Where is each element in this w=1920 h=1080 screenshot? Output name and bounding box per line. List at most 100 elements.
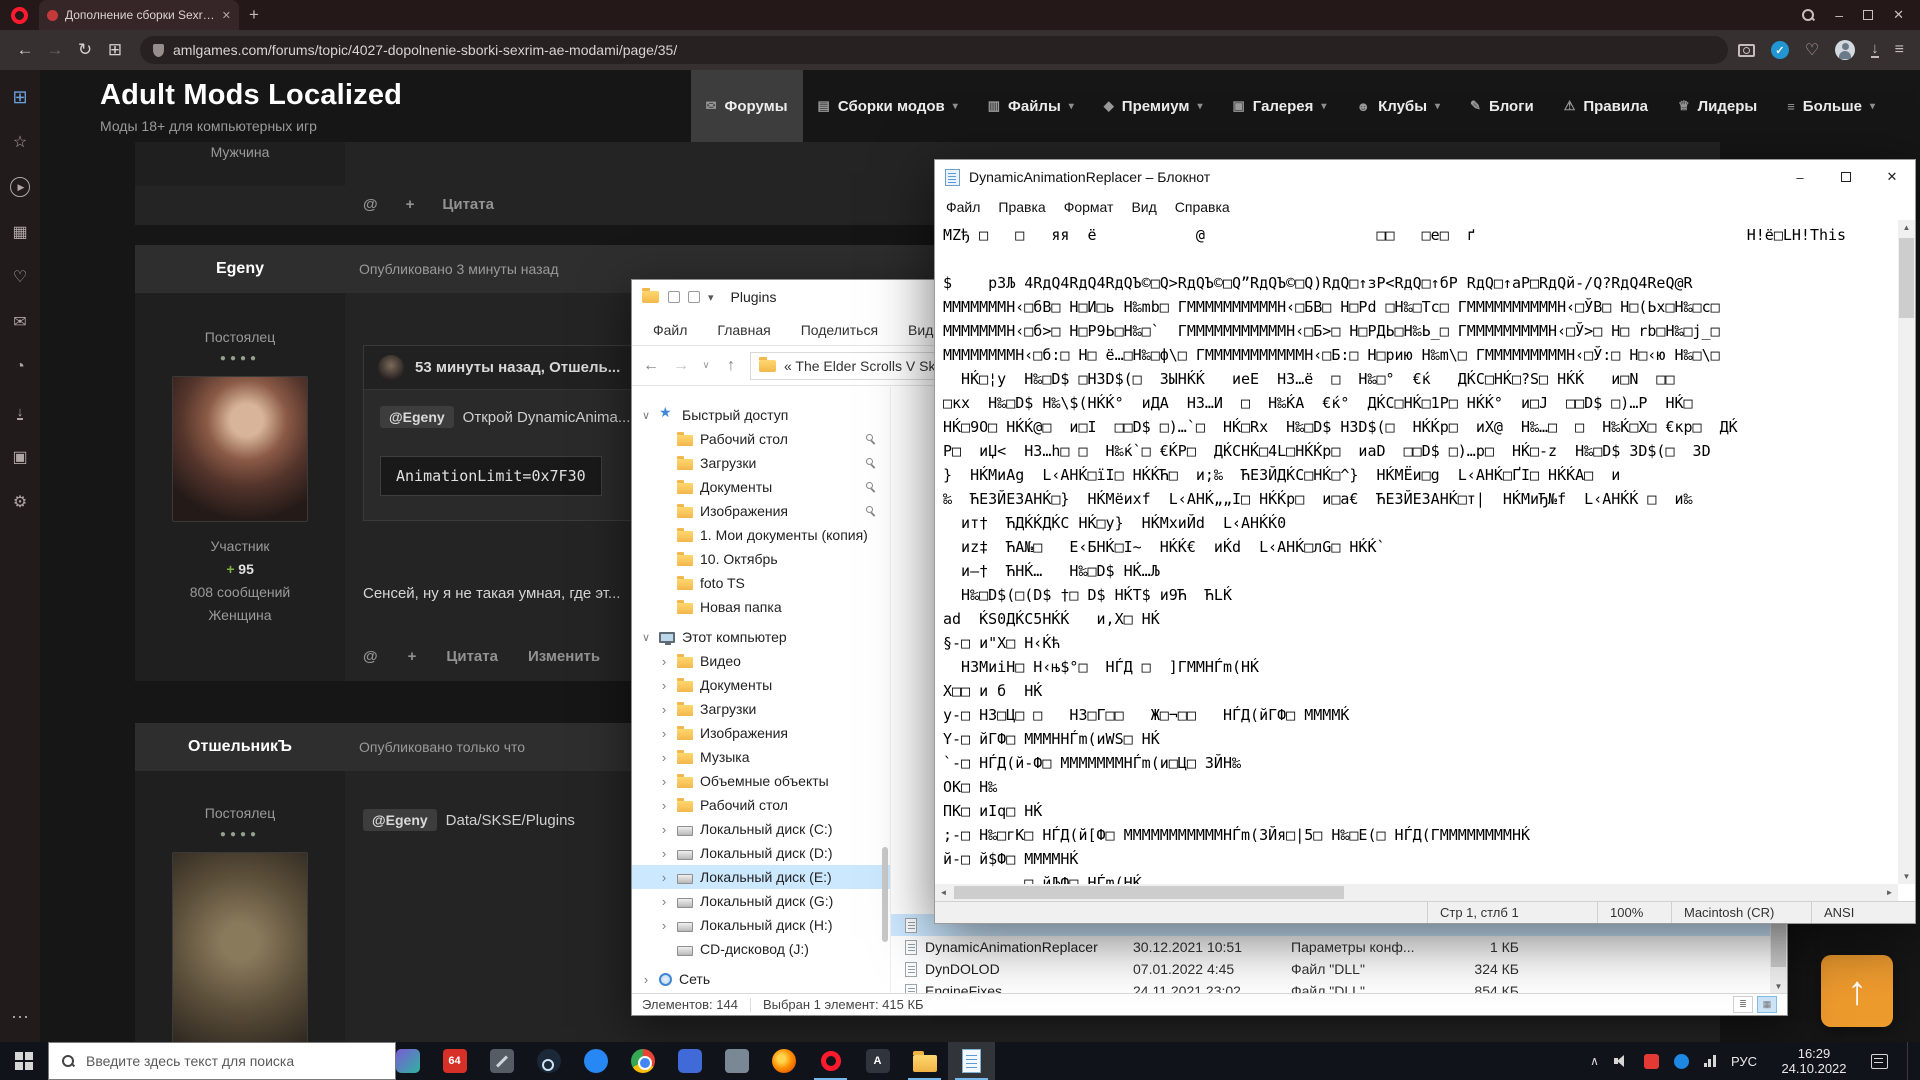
- post-action-button[interactable]: Цитата: [442, 196, 494, 213]
- tree-item[interactable]: Локальный диск (G:): [632, 889, 890, 913]
- chevron-icon[interactable]: [658, 846, 670, 861]
- back-button[interactable]: ←: [10, 35, 40, 65]
- scrollbar-thumb[interactable]: [1899, 238, 1914, 318]
- tree-item[interactable]: Локальный диск (H:): [632, 913, 890, 937]
- post-action-button[interactable]: +: [406, 196, 415, 213]
- reload-button[interactable]: ↻: [70, 35, 100, 65]
- tray-blue-app-icon[interactable]: [1674, 1054, 1689, 1069]
- tree-item[interactable]: Новая папка: [632, 595, 890, 619]
- chevron-icon[interactable]: [658, 822, 670, 837]
- post-action-button[interactable]: @: [363, 196, 378, 213]
- language-indicator[interactable]: РУС: [1731, 1054, 1757, 1069]
- sidebar-more-icon[interactable]: [7, 1004, 33, 1030]
- tree-item[interactable]: 10. Октябрь: [632, 547, 890, 571]
- profile-avatar-icon[interactable]: [1835, 40, 1855, 60]
- nav-blogs[interactable]: Блоги: [1455, 70, 1549, 142]
- taskbar-a-app-icon[interactable]: A: [854, 1042, 901, 1080]
- action-center-icon[interactable]: [1871, 1054, 1888, 1069]
- tree-item[interactable]: Объемные объекты: [632, 769, 890, 793]
- chevron-icon[interactable]: [658, 750, 670, 765]
- chevron-icon[interactable]: [658, 918, 670, 933]
- notepad-vertical-scrollbar[interactable]: ▲ ▼: [1898, 220, 1915, 884]
- sidebar-likes-icon[interactable]: [7, 264, 33, 290]
- tree-item[interactable]: Локальный диск (C:): [632, 817, 890, 841]
- file-row[interactable]: DynamicAnimationReplacer 30.12.2021 10:5…: [891, 936, 1770, 958]
- taskbar-game-icon[interactable]: [384, 1042, 431, 1080]
- chevron-icon[interactable]: [658, 798, 670, 813]
- nav-files[interactable]: Файлы: [973, 70, 1089, 142]
- author-avatar[interactable]: [172, 852, 308, 1042]
- quick-access-toolbar[interactable]: ▾: [668, 291, 714, 304]
- taskbar-search-box[interactable]: Введите здесь текст для поиска: [48, 1042, 396, 1080]
- nav-builds[interactable]: Сборки модов: [803, 70, 973, 142]
- tree-item[interactable]: Рабочий стол: [632, 427, 890, 451]
- post-action-button[interactable]: @: [363, 648, 378, 665]
- forward-button[interactable]: →: [40, 35, 70, 65]
- nav-gallery[interactable]: Галерея: [1217, 70, 1341, 142]
- sidebar-speed-dial-icon[interactable]: [7, 84, 33, 110]
- post-action-button[interactable]: +: [408, 648, 417, 665]
- tree-item[interactable]: foto TS: [632, 571, 890, 595]
- window-maximize-button[interactable]: [1863, 10, 1873, 20]
- hidden-icons-chevron[interactable]: ∧: [1590, 1054, 1599, 1068]
- tree-item[interactable]: Изображения: [632, 721, 890, 745]
- speaker-icon[interactable]: [1614, 1055, 1629, 1068]
- taskbar-explorer-icon[interactable]: [901, 1042, 948, 1080]
- tree-item[interactable]: Загрузки: [632, 697, 890, 721]
- nav-rules[interactable]: Правила: [1549, 70, 1663, 142]
- menu-item[interactable]: Файл: [937, 199, 989, 215]
- menu-item[interactable]: Справка: [1166, 199, 1239, 215]
- sidebar-player-icon[interactable]: [7, 174, 33, 200]
- notepad-minimize-button[interactable]: –: [1777, 160, 1823, 194]
- scroll-left-icon[interactable]: ◄: [935, 884, 952, 901]
- nav-forums[interactable]: Форумы: [691, 70, 803, 142]
- chevron-icon[interactable]: [640, 631, 652, 644]
- tree-item[interactable]: Документы: [632, 673, 890, 697]
- site-badge-icon[interactable]: [153, 44, 164, 57]
- window-minimize-button[interactable]: –: [1835, 7, 1843, 23]
- clock[interactable]: 16:29 24.10.2022: [1772, 1046, 1856, 1076]
- taskbar-notepad-icon[interactable]: [948, 1042, 995, 1080]
- chevron-icon[interactable]: [658, 702, 670, 717]
- ribbon-tab[interactable]: Поделиться: [786, 315, 893, 345]
- chevron-icon[interactable]: [658, 726, 670, 741]
- tab-search-icon[interactable]: [1801, 8, 1815, 22]
- nav-back-icon[interactable]: ←: [640, 357, 662, 375]
- taskbar-blue-app-icon[interactable]: [666, 1042, 713, 1080]
- ribbon-tab[interactable]: Файл: [638, 315, 702, 345]
- chevron-icon[interactable]: [658, 870, 670, 885]
- notepad-horizontal-scrollbar[interactable]: ◄ ►: [935, 884, 1898, 901]
- tree-item[interactable]: Видео: [632, 649, 890, 673]
- taskbar-chrome-icon[interactable]: [619, 1042, 666, 1080]
- post-action-button[interactable]: Цитата: [446, 648, 498, 665]
- taskbar-tools-icon[interactable]: [478, 1042, 525, 1080]
- recent-locations-icon[interactable]: ∨: [700, 360, 712, 371]
- taskbar-opera-icon[interactable]: [807, 1042, 854, 1080]
- tree-network[interactable]: Сеть: [632, 967, 890, 991]
- post-author-name[interactable]: Egeny: [135, 260, 345, 278]
- tree-item[interactable]: Рабочий стол: [632, 793, 890, 817]
- tree-item[interactable]: CD-дисковод (J:): [632, 937, 890, 961]
- sidebar-downloads-icon[interactable]: [7, 399, 33, 425]
- sidebar-messenger-icon[interactable]: [7, 309, 33, 335]
- tree-scrollbar[interactable]: [882, 847, 888, 942]
- tree-this-pc[interactable]: Этот компьютер: [632, 625, 890, 649]
- taskbar-gray-app-icon[interactable]: [713, 1042, 760, 1080]
- sidebar-bookmarks-icon[interactable]: [7, 129, 33, 155]
- network-icon[interactable]: [1704, 1055, 1716, 1067]
- chevron-icon[interactable]: [658, 894, 670, 909]
- author-avatar[interactable]: [172, 376, 308, 522]
- chevron-icon[interactable]: [658, 774, 670, 789]
- tree-quick-access[interactable]: Быстрый доступ: [632, 403, 890, 427]
- opera-logo-icon[interactable]: [11, 7, 28, 24]
- speed-dial-button[interactable]: ⊞: [100, 35, 130, 65]
- scroll-right-icon[interactable]: ►: [1881, 884, 1898, 901]
- scrollbar-thumb[interactable]: [954, 886, 1344, 899]
- chevron-icon[interactable]: [640, 972, 652, 987]
- menu-icon[interactable]: ≡: [1895, 41, 1904, 59]
- mention-link[interactable]: @Egeny: [363, 809, 437, 831]
- start-button[interactable]: [0, 1042, 48, 1080]
- nav-premium[interactable]: Премиум: [1089, 70, 1218, 142]
- show-desktop-button[interactable]: [1907, 1042, 1912, 1080]
- taskbar-steam-icon[interactable]: [525, 1042, 572, 1080]
